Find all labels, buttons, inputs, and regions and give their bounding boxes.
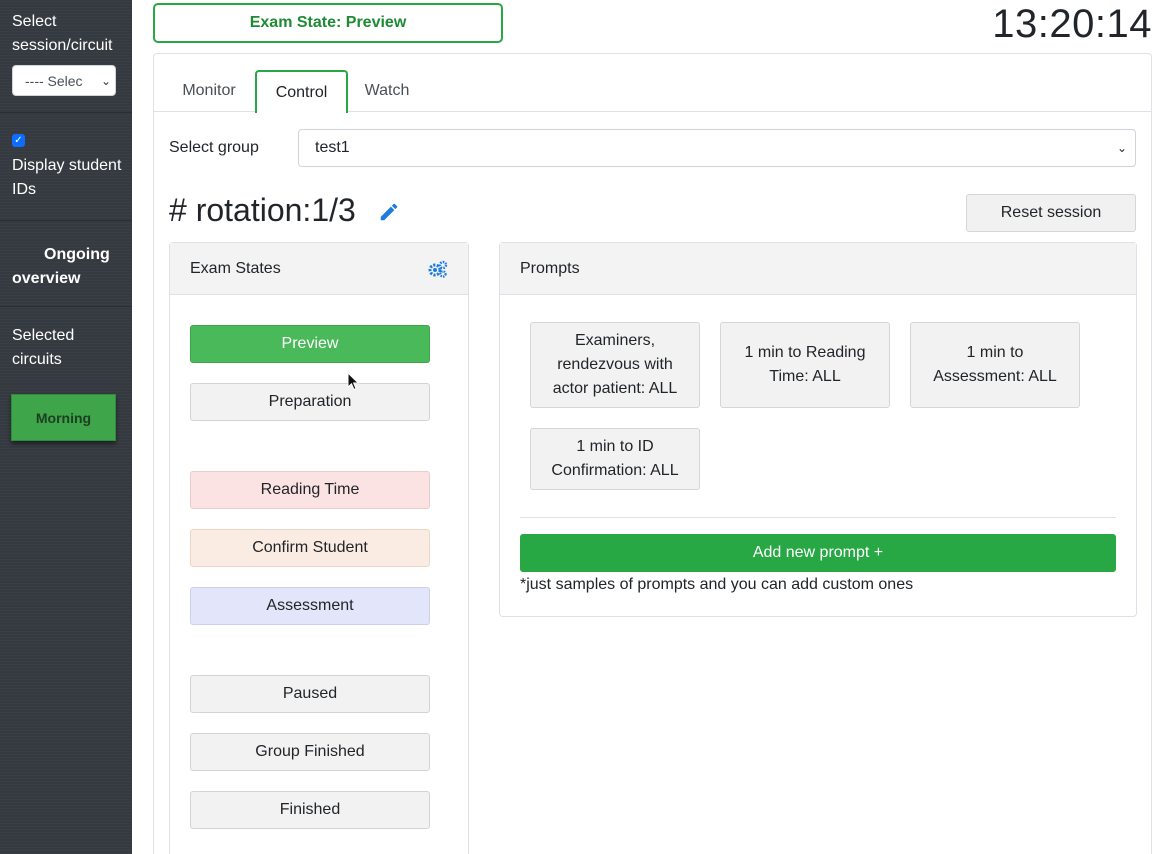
chevron-down-icon: ⌄ xyxy=(1116,141,1127,155)
state-preparation-button[interactable]: Preparation xyxy=(190,383,430,421)
cogs-icon[interactable] xyxy=(428,260,448,278)
prompt-button[interactable]: 1 min to Reading Time: ALL xyxy=(720,322,890,408)
sidebar-divider xyxy=(0,306,132,307)
pencil-icon[interactable] xyxy=(378,201,400,223)
state-paused-button[interactable]: Paused xyxy=(190,675,430,713)
add-prompt-button[interactable]: Add new prompt + xyxy=(520,534,1116,572)
reset-session-button[interactable]: Reset session xyxy=(966,194,1136,232)
tab-watch[interactable]: Watch xyxy=(350,70,424,112)
chevron-down-icon: ⌄ xyxy=(98,66,111,95)
exam-states-header: Exam States xyxy=(170,243,468,295)
exam-states-card: Exam States Preview Preparation Reading … xyxy=(169,242,469,854)
state-preview-button[interactable]: Preview xyxy=(190,325,430,363)
prompts-header: Prompts xyxy=(500,243,1136,295)
tabs-bar: Monitor Control Watch xyxy=(154,54,1151,113)
sidebar-divider xyxy=(0,112,132,113)
sidebar: Select session/circuit ---- Selec ⌄ ✓ Di… xyxy=(0,0,132,854)
session-select[interactable]: ---- Selec ⌄ xyxy=(12,65,116,96)
display-ids-checkbox[interactable]: ✓ xyxy=(12,134,25,147)
prompts-divider xyxy=(520,517,1116,518)
group-select-value: test1 xyxy=(315,139,350,156)
prompt-button[interactable]: 1 min to Assessment: ALL xyxy=(910,322,1080,408)
mouse-cursor-icon xyxy=(347,372,360,391)
state-assessment-button[interactable]: Assessment xyxy=(190,587,430,625)
selected-circuits-label: Selected circuits xyxy=(12,327,75,368)
main-card: Monitor Control Watch Select group test1… xyxy=(153,53,1152,854)
session-select-value: ---- Selec xyxy=(25,72,83,89)
exam-state-badge: Exam State: Preview xyxy=(153,3,503,43)
circuit-morning-button[interactable]: Morning xyxy=(11,394,116,441)
state-finished-button[interactable]: Finished xyxy=(190,791,430,829)
state-reading-time-button[interactable]: Reading Time xyxy=(190,471,430,509)
tab-monitor[interactable]: Monitor xyxy=(166,70,252,112)
sidebar-divider xyxy=(0,220,132,221)
prompts-card: Prompts Examiners, rendezvous with actor… xyxy=(499,242,1137,617)
clock: 13:20:14 xyxy=(992,2,1152,46)
prompt-button[interactable]: Examiners, rendezvous with actor patient… xyxy=(530,322,700,408)
exam-states-title: Exam States xyxy=(190,259,281,277)
tab-control[interactable]: Control xyxy=(255,70,348,113)
prompt-button[interactable]: 1 min to ID Confirmation: ALL xyxy=(530,428,700,490)
state-group-finished-button[interactable]: Group Finished xyxy=(190,733,430,771)
rotation-title: # rotation:1/3 xyxy=(169,192,356,228)
select-group-label: Select group xyxy=(169,139,259,156)
session-select-label: Select session/circuit xyxy=(12,13,113,54)
ongoing-overview-link[interactable]: Ongoing overview xyxy=(12,243,124,291)
display-ids-label: Display student IDs xyxy=(12,157,122,198)
prompts-note: *just samples of prompts and you can add… xyxy=(520,576,914,593)
state-confirm-student-button[interactable]: Confirm Student xyxy=(190,529,430,567)
group-select[interactable]: test1 ⌄ xyxy=(298,129,1136,167)
